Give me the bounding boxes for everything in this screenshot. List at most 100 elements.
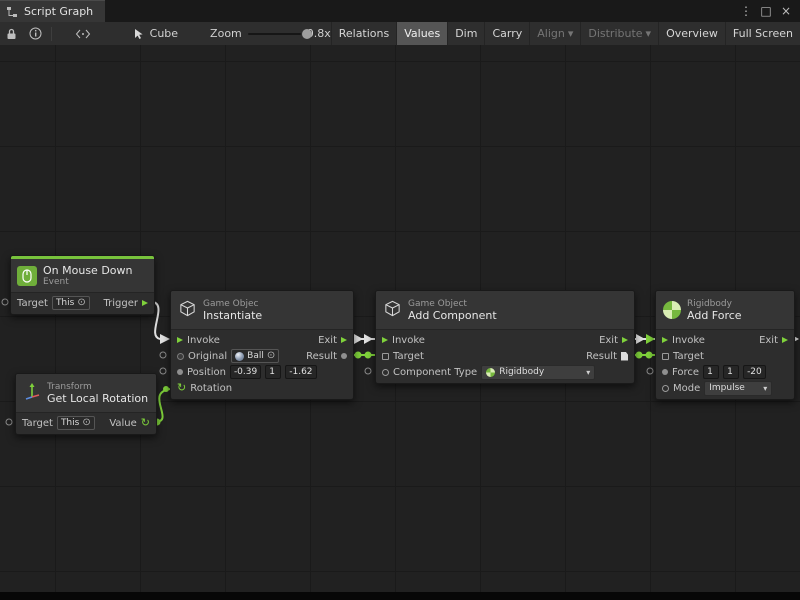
close-button[interactable]: × bbox=[778, 4, 794, 18]
force-mode-dropdown[interactable]: Impulse ▾ bbox=[704, 381, 772, 396]
info-button[interactable] bbox=[23, 22, 48, 45]
result-port-label: Result bbox=[586, 351, 617, 362]
exit-port[interactable] bbox=[622, 337, 628, 343]
result-port[interactable] bbox=[341, 353, 347, 359]
exec-arrow[interactable] bbox=[160, 334, 170, 344]
component-result-icon[interactable] bbox=[621, 352, 628, 361]
force-port-label: Force bbox=[672, 367, 699, 378]
window-bottom-edge bbox=[0, 592, 800, 600]
object-port-icon[interactable] bbox=[177, 353, 184, 360]
zoom-slider-track[interactable] bbox=[248, 33, 301, 35]
vector-port-icon[interactable] bbox=[177, 369, 183, 375]
invoke-port-label: Invoke bbox=[187, 335, 220, 346]
rotation-type-icon[interactable]: ↻ bbox=[177, 383, 186, 393]
window-controls: ⋮ □ × bbox=[738, 0, 800, 22]
node-add-component[interactable]: Game Object Add Component Invoke Exit Ta… bbox=[375, 290, 635, 384]
invoke-port[interactable] bbox=[662, 337, 668, 343]
graph-target-object[interactable]: Cube bbox=[127, 22, 184, 45]
game-object-icon bbox=[383, 299, 402, 322]
invoke-port[interactable] bbox=[177, 337, 183, 343]
object-picker-icon[interactable]: ⊙ bbox=[77, 298, 85, 308]
target-value-chip[interactable]: This ⊙ bbox=[57, 416, 95, 430]
game-object-port-icon[interactable] bbox=[662, 353, 669, 360]
target-port-label: Target bbox=[393, 351, 424, 362]
trigger-port[interactable] bbox=[142, 300, 148, 306]
node-category: Rigidbody bbox=[687, 299, 742, 309]
game-object-icon bbox=[178, 299, 197, 322]
overview-button[interactable]: Overview bbox=[658, 22, 725, 45]
input-port-circle[interactable] bbox=[647, 368, 653, 374]
data-port-dot[interactable] bbox=[355, 352, 362, 359]
vector-port-icon[interactable] bbox=[662, 369, 668, 375]
trigger-port-label: Trigger bbox=[104, 298, 139, 309]
node-title: Instantiate bbox=[203, 309, 262, 322]
node-on-mouse-down[interactable]: On Mouse Down Event Target This ⊙ Trigge… bbox=[10, 255, 155, 315]
rotation-type-icon[interactable]: ↻ bbox=[141, 418, 150, 428]
component-type-dropdown[interactable]: Rigidbody ▾ bbox=[481, 365, 595, 380]
toolbar-separator bbox=[51, 27, 52, 41]
input-port-circle[interactable] bbox=[160, 368, 166, 374]
position-y-field[interactable]: 1 bbox=[265, 365, 281, 379]
edit-source-button[interactable] bbox=[69, 22, 97, 45]
values-button[interactable]: Values bbox=[396, 22, 447, 45]
exec-arrow[interactable] bbox=[354, 334, 363, 344]
rigidbody-icon bbox=[486, 368, 495, 377]
window-menu-button[interactable]: ⋮ bbox=[738, 4, 754, 18]
data-port-dot[interactable] bbox=[163, 386, 169, 392]
data-port-dot[interactable] bbox=[365, 352, 372, 359]
data-port-dot[interactable] bbox=[636, 352, 643, 359]
lock-button[interactable] bbox=[0, 22, 23, 45]
dim-button[interactable]: Dim bbox=[447, 22, 484, 45]
node-title: Add Component bbox=[408, 309, 497, 322]
rotation-port-label: Rotation bbox=[190, 383, 232, 394]
object-picker-icon[interactable]: ⊙ bbox=[82, 418, 90, 428]
graph-canvas[interactable]: On Mouse Down Event Target This ⊙ Trigge… bbox=[0, 45, 800, 592]
node-header: Rigidbody Add Force bbox=[656, 291, 794, 329]
tab-script-graph[interactable]: Script Graph bbox=[0, 0, 105, 22]
input-port-circle[interactable] bbox=[365, 368, 371, 374]
node-add-force[interactable]: Rigidbody Add Force Invoke Exit Target F… bbox=[655, 290, 795, 400]
type-port-icon[interactable] bbox=[382, 369, 389, 376]
original-value-chip[interactable]: Ball ⊙ bbox=[231, 349, 279, 363]
exec-arrow[interactable] bbox=[646, 334, 655, 344]
maximize-button[interactable]: □ bbox=[758, 4, 774, 18]
data-port-dot[interactable] bbox=[646, 352, 653, 359]
distribute-button: Distribute▾ bbox=[580, 22, 658, 45]
fullscreen-button[interactable]: Full Screen bbox=[725, 22, 800, 45]
input-port-circle[interactable] bbox=[6, 419, 12, 425]
mode-port-label: Mode bbox=[673, 383, 700, 394]
input-port-circle[interactable] bbox=[2, 299, 8, 305]
exit-port[interactable] bbox=[782, 337, 788, 343]
force-y-field[interactable]: 1 bbox=[723, 365, 739, 379]
rigidbody-icon bbox=[663, 301, 681, 319]
node-title: Add Force bbox=[687, 309, 742, 322]
zoom-slider-handle[interactable] bbox=[302, 29, 312, 39]
game-object-port-icon[interactable] bbox=[382, 353, 389, 360]
node-category: Game Object bbox=[408, 299, 497, 309]
node-get-local-rotation[interactable]: Transform Get Local Rotation Target This… bbox=[15, 373, 157, 435]
relations-button[interactable]: Relations bbox=[331, 22, 397, 45]
info-icon bbox=[29, 27, 42, 40]
zoom-label: Zoom bbox=[210, 27, 242, 40]
invoke-port[interactable] bbox=[382, 337, 388, 343]
force-x-field[interactable]: 1 bbox=[703, 365, 719, 379]
zoom-slider[interactable] bbox=[248, 29, 301, 39]
exec-arrow[interactable] bbox=[636, 334, 645, 344]
invoke-port-label: Invoke bbox=[672, 335, 705, 346]
position-port-label: Position bbox=[187, 367, 226, 378]
force-z-field[interactable]: -20 bbox=[743, 365, 766, 379]
object-picker-icon[interactable]: ⊙ bbox=[267, 351, 275, 361]
enum-port-icon[interactable] bbox=[662, 385, 669, 392]
target-value-chip[interactable]: This ⊙ bbox=[52, 296, 90, 310]
node-instantiate[interactable]: Game Objec Instantiate Invoke Exit Origi… bbox=[170, 290, 354, 400]
tab-title: Script Graph bbox=[24, 5, 93, 18]
carry-button[interactable]: Carry bbox=[484, 22, 529, 45]
position-z-field[interactable]: -1.62 bbox=[285, 365, 316, 379]
target-port-label: Target bbox=[22, 418, 53, 429]
node-category: Game Objec bbox=[203, 299, 262, 309]
position-x-field[interactable]: -0.39 bbox=[230, 365, 261, 379]
target-port-label: Target bbox=[17, 298, 48, 309]
exec-arrow[interactable] bbox=[364, 334, 373, 344]
exit-port[interactable] bbox=[341, 337, 347, 343]
input-port-circle[interactable] bbox=[160, 352, 166, 358]
